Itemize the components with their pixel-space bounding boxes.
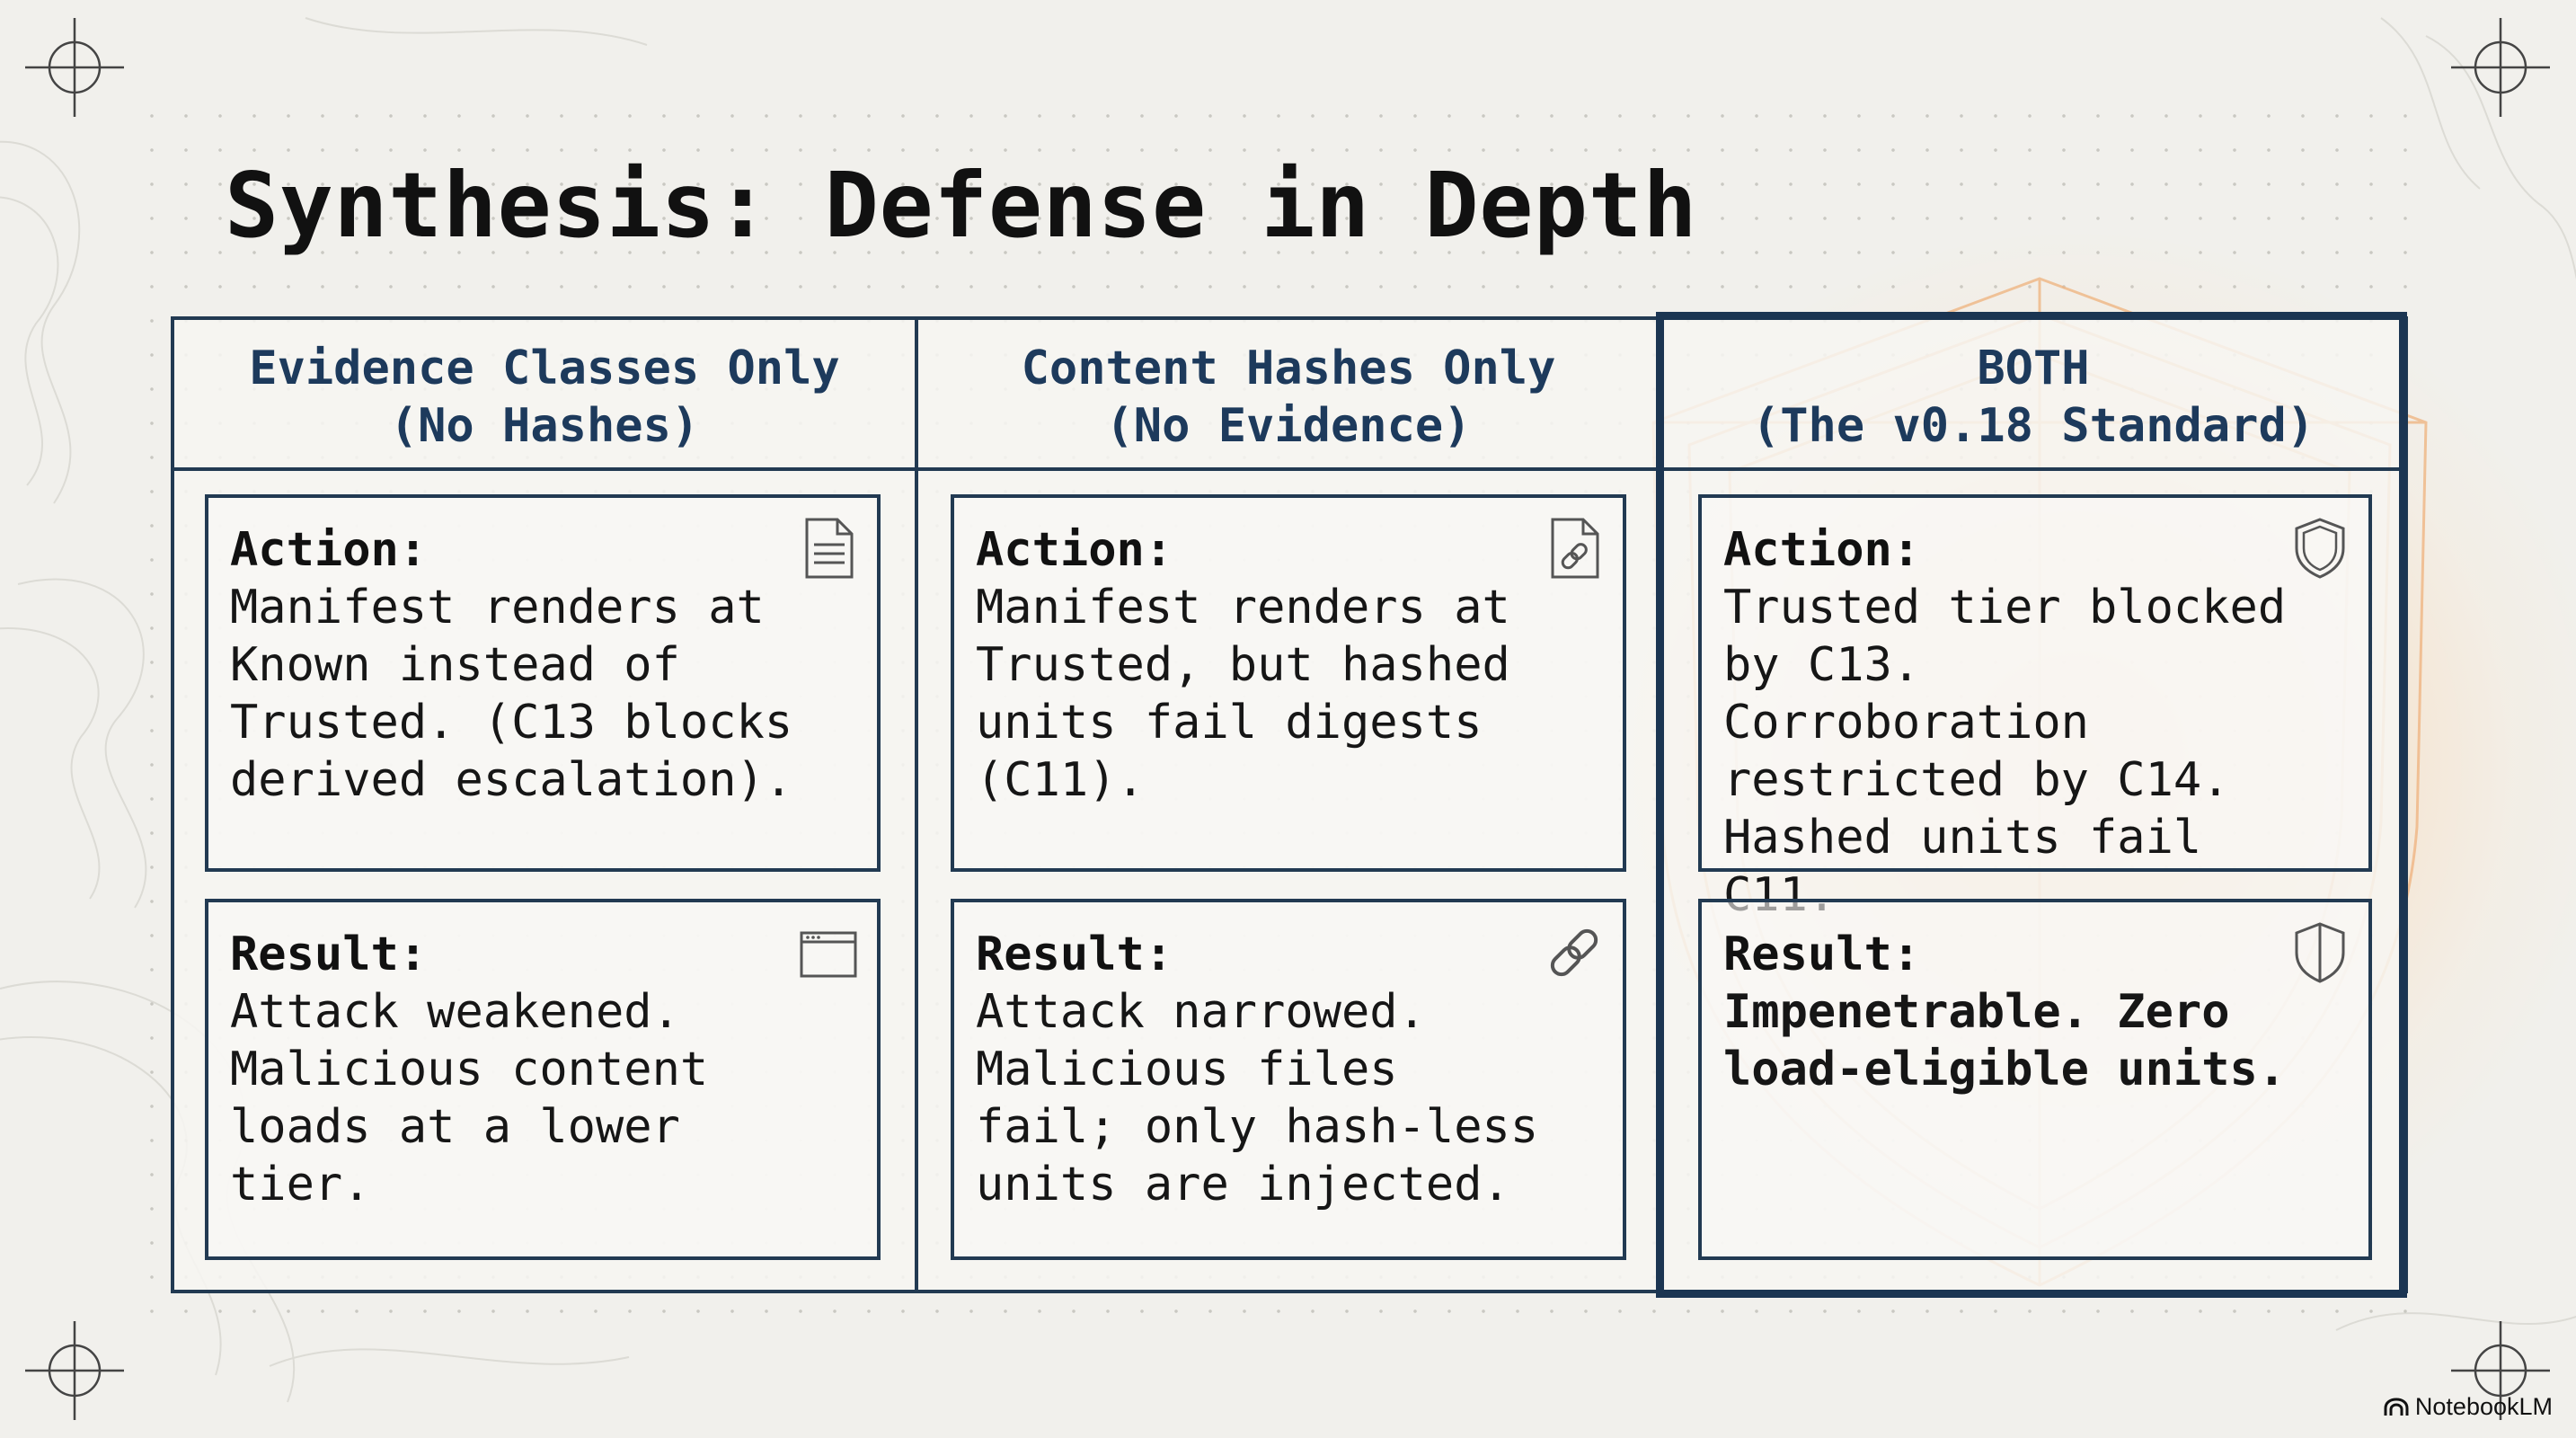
result-card: Result: Attack narrowed. Malicious files… bbox=[951, 899, 1626, 1260]
action-label: Action: bbox=[976, 523, 1173, 577]
result-label: Result: bbox=[976, 928, 1173, 981]
column-header-subtitle: (No Hashes) bbox=[389, 399, 700, 453]
slide-title: Synthesis: Defense in Depth bbox=[225, 153, 1698, 258]
result-label: Result: bbox=[230, 928, 428, 981]
document-icon bbox=[805, 518, 854, 579]
action-label: Action: bbox=[230, 523, 428, 577]
action-text: Manifest renders at Trusted, but hashed … bbox=[976, 581, 1539, 807]
chain-link-icon bbox=[1550, 928, 1598, 977]
action-text: Manifest renders at Known instead of Tru… bbox=[230, 581, 821, 807]
highlighted-column-frame bbox=[1656, 312, 2407, 1298]
column-header-evidence: Evidence Classes Only (No Hashes) bbox=[174, 340, 915, 455]
brand-watermark: NotebookLM bbox=[2383, 1393, 2553, 1421]
action-card: Action: Manifest renders at Known instea… bbox=[205, 494, 881, 872]
crosshair-icon bbox=[25, 1321, 124, 1420]
result-card: Result: Attack weakened. Malicious conte… bbox=[205, 899, 881, 1260]
column-header-hashes: Content Hashes Only (No Evidence) bbox=[918, 340, 1659, 455]
result-text: Attack weakened. Malicious content loads… bbox=[230, 985, 737, 1212]
crosshair-icon bbox=[2451, 18, 2550, 117]
window-icon bbox=[800, 931, 857, 978]
result-text: Attack narrowed. Malicious files fail; o… bbox=[976, 985, 1567, 1212]
column-divider bbox=[915, 320, 918, 1290]
action-card: Action: Manifest renders at Trusted, but… bbox=[951, 494, 1626, 872]
column-header-subtitle: (No Evidence) bbox=[1105, 399, 1472, 453]
crosshair-icon bbox=[25, 18, 124, 117]
notebooklm-logo-icon bbox=[2384, 1397, 2409, 1416]
column-header-title: Evidence Classes Only bbox=[249, 342, 840, 395]
brand-name: NotebookLM bbox=[2414, 1393, 2553, 1420]
document-link-icon bbox=[1551, 518, 1599, 579]
column-header-title: Content Hashes Only bbox=[1021, 342, 1556, 395]
